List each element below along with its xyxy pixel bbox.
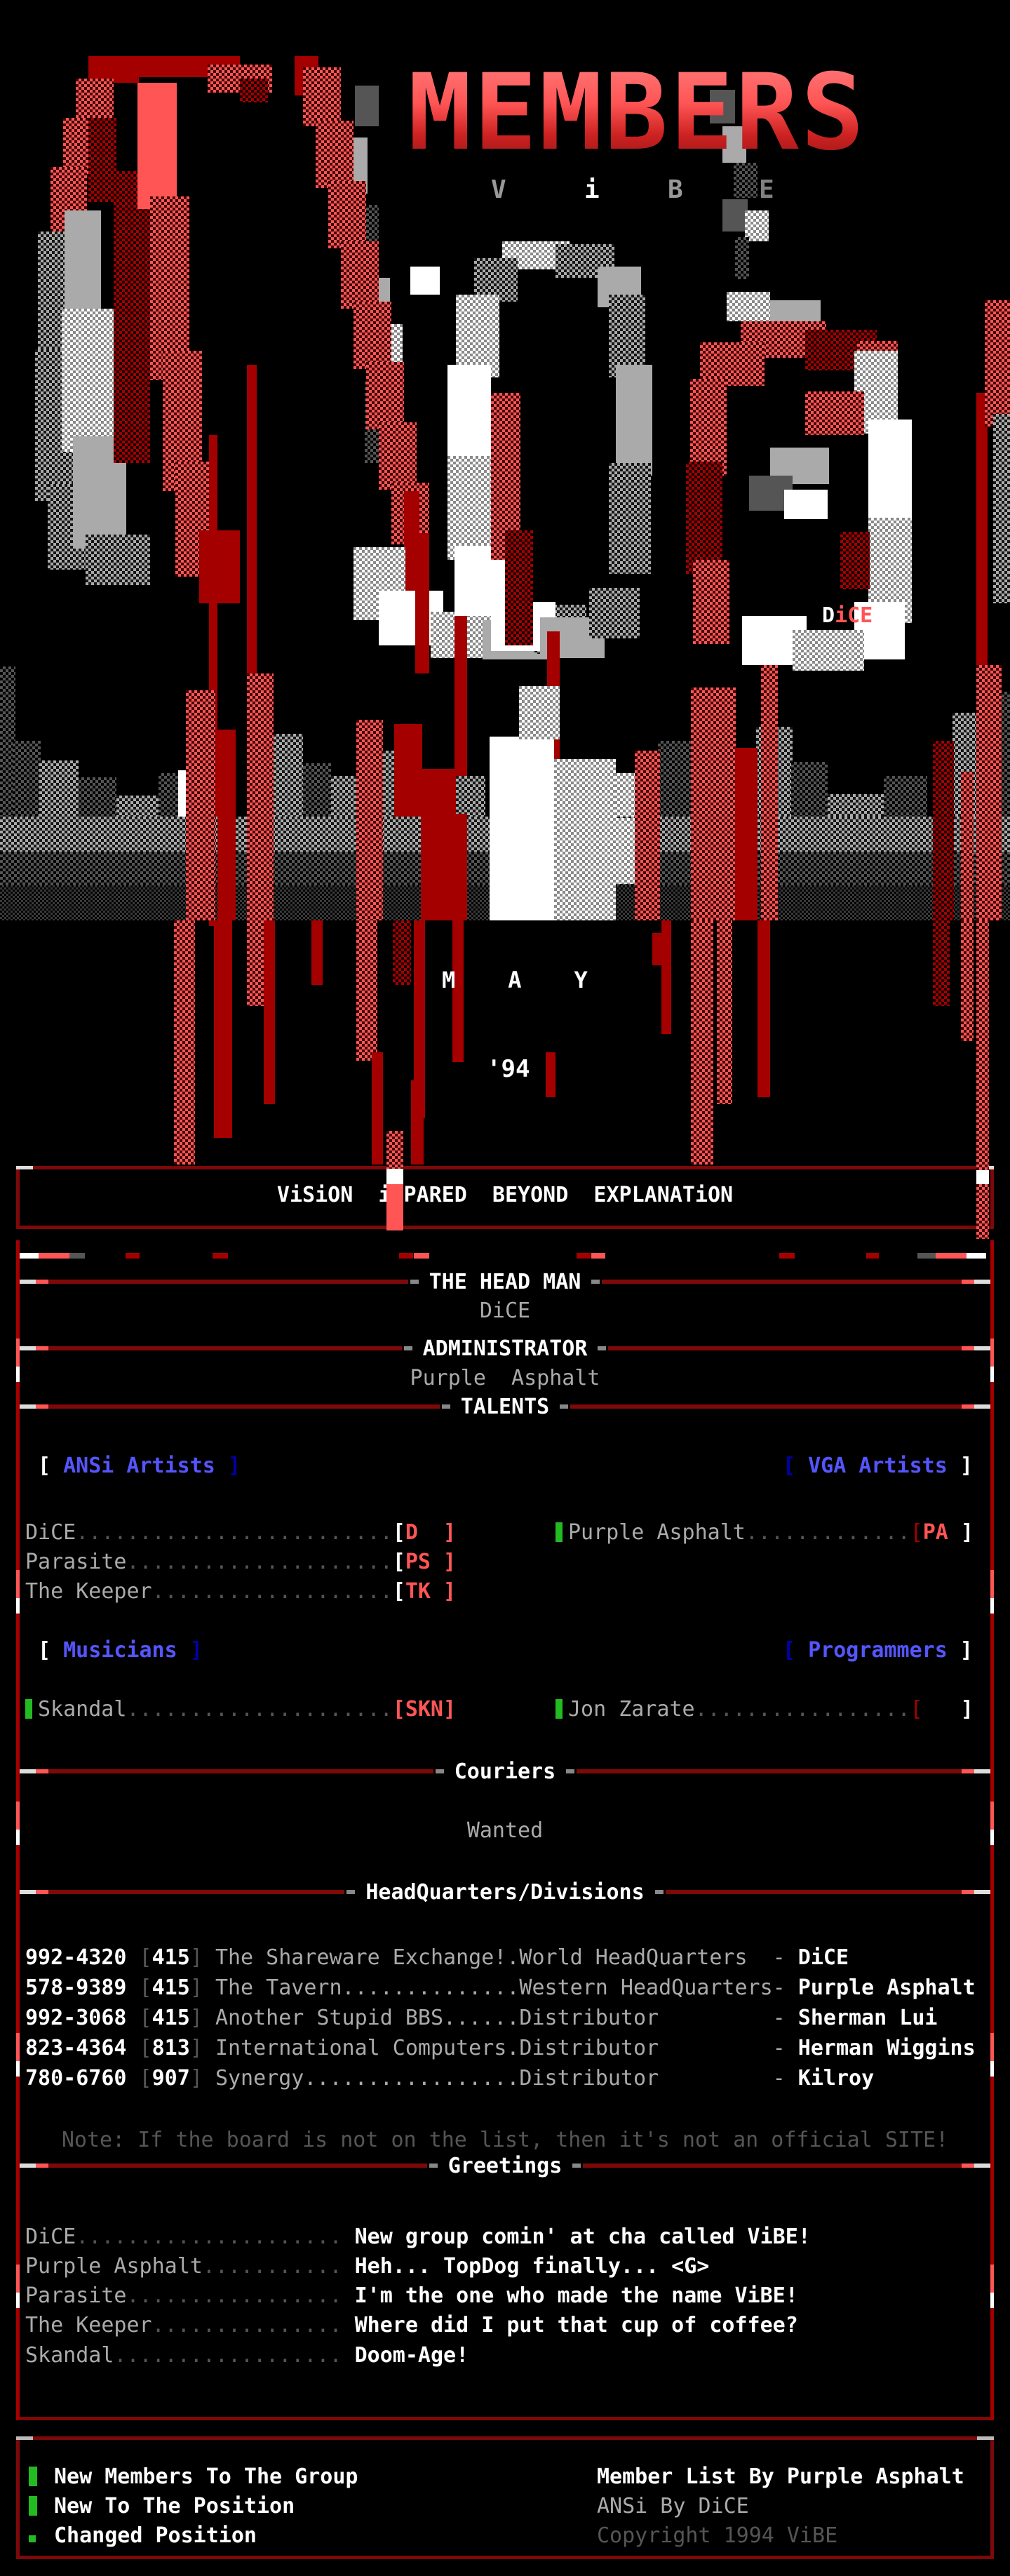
drip-block <box>976 920 989 1170</box>
ansi-member-list-screen: MEMBERS V i B E DiCE MAY '94 ViSiON iMPA… <box>0 0 1010 2576</box>
drip-block <box>976 1184 989 1239</box>
drip-block <box>976 1170 989 1184</box>
drip-block <box>386 1169 403 1184</box>
blood-drip-overlay <box>0 0 1010 2576</box>
drip-block <box>386 1184 403 1230</box>
drip-block <box>386 1131 403 1169</box>
